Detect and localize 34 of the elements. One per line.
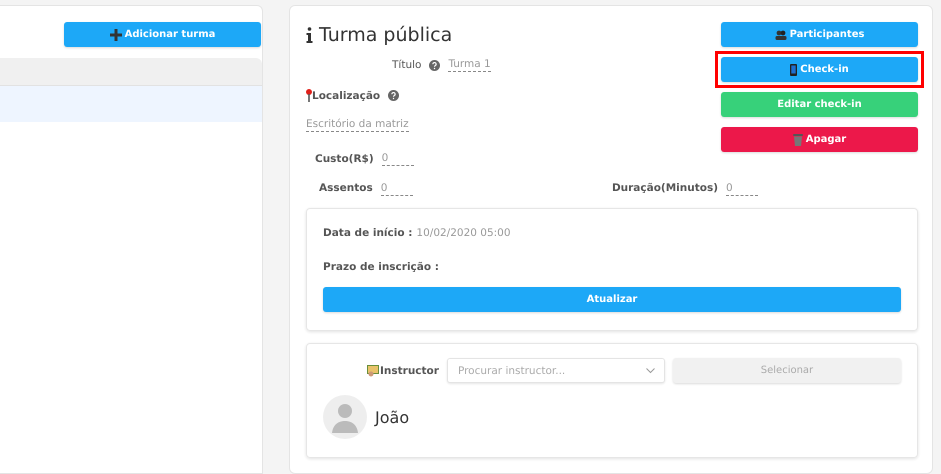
panel-title: Turma pública (319, 24, 452, 46)
action-button[interactable]: Check-in (721, 57, 918, 82)
action-button[interactable]: Editar check-in (721, 92, 918, 117)
update-button[interactable]: Atualizar (323, 287, 901, 312)
field-label: Localização (312, 90, 380, 102)
plus-icon (110, 28, 122, 40)
field-label: Custo(R$) (315, 153, 374, 165)
help-icon[interactable] (429, 60, 440, 70)
title-value[interactable]: Turma 1 (448, 58, 491, 72)
field-label: Data de início : (323, 227, 412, 239)
field-label: Instructor (380, 364, 439, 376)
info-icon (306, 27, 313, 43)
teacher-icon (367, 364, 379, 376)
cost-value[interactable]: 0 (382, 152, 414, 166)
field-label: Duração(Minutos) (612, 182, 718, 196)
field-label: Prazo de inscrição : (323, 261, 439, 273)
seats-value[interactable]: 0 (380, 182, 413, 196)
people-icon (774, 30, 787, 40)
duration-value[interactable]: 0 (726, 182, 758, 196)
pin-icon (306, 89, 312, 102)
avatar (323, 395, 367, 439)
add-class-button[interactable]: Adicionar turma (64, 22, 261, 47)
action-button[interactable]: Apagar (721, 127, 918, 152)
location-value[interactable]: Escritório da matriz (306, 118, 409, 132)
chevron-down-icon (646, 368, 655, 374)
instructor-search-field[interactable]: Procurar instructor... (446, 358, 665, 383)
field-label: Título (392, 59, 422, 71)
help-icon[interactable] (388, 90, 400, 101)
trash-icon (792, 134, 803, 146)
field-label: Assentos (319, 182, 373, 196)
instructor-name: João (375, 408, 410, 426)
action-button[interactable]: Participantes (721, 22, 918, 47)
start-date: 10/02/2020 05:00 (416, 227, 511, 239)
phone-icon (790, 64, 798, 76)
